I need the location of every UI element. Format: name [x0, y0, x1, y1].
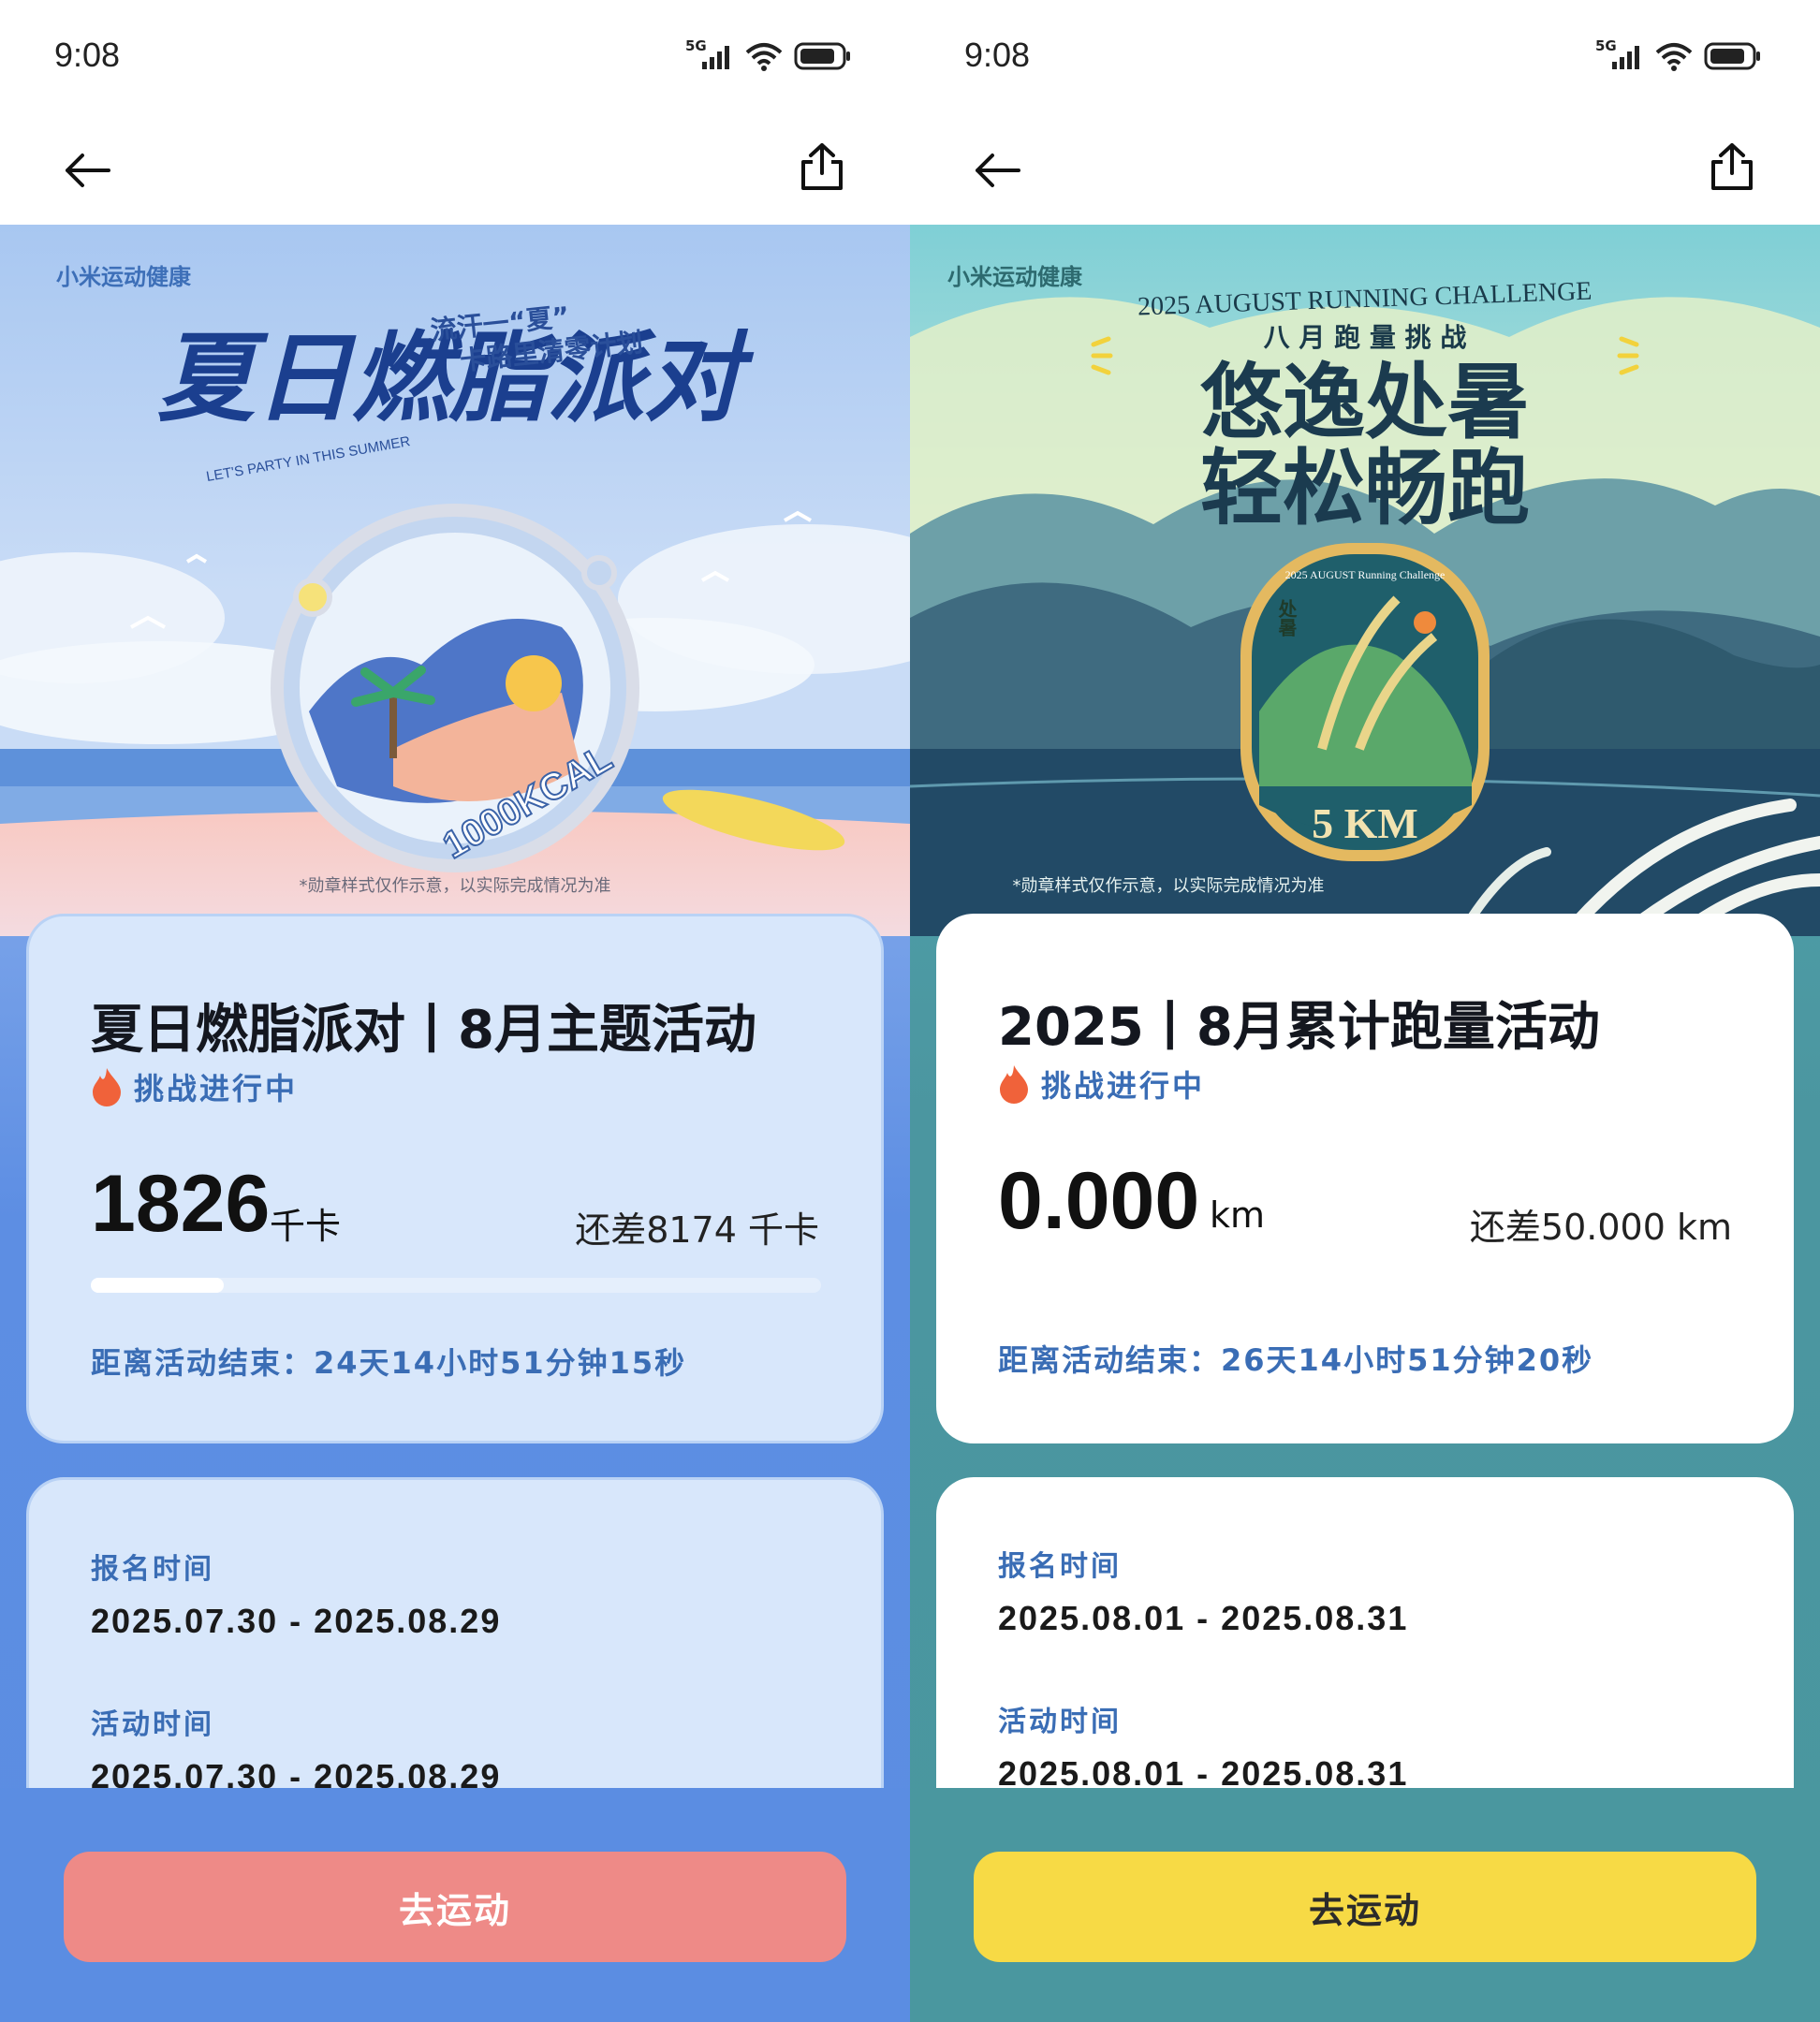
wifi-icon — [1655, 43, 1693, 71]
status-icons: 5G — [685, 37, 852, 71]
countdown-text: 距离活动结束：26天14小时51分钟20秒 — [998, 1342, 1594, 1378]
progress-card: 2025丨8月累计跑量活动 挑战进行中 0.000 km 还差50.000 km… — [936, 914, 1794, 1443]
bottom-action-bar: 去运动 — [0, 1788, 910, 2022]
share-icon — [801, 143, 843, 190]
status-text: 挑战进行中 — [134, 1071, 299, 1106]
banner-subtitle: 八 月 跑 量 挑 战 — [1264, 322, 1467, 353]
bottom-action-bar: 去运动 — [910, 1788, 1820, 2022]
phone-screen-running-challenge: 9:08 5G 2025 AUGUST Running Challenge 处暑… — [910, 0, 1820, 2022]
activity-title: 2025丨8月累计跑量活动 — [998, 997, 1600, 1058]
banner-headline-line2: 轻松畅跑 — [1200, 440, 1530, 536]
banner-artwork: 2025 AUGUST Running Challenge 处暑 5 KM 20… — [910, 225, 1820, 936]
nav-bar — [0, 112, 910, 225]
flame-icon — [93, 1068, 121, 1106]
activity-title: 夏日燃脂派对丨8月主题活动 — [91, 1000, 756, 1061]
back-button[interactable] — [54, 137, 122, 204]
phone-screen-summer-party: 9:08 5G 1000KCAL 夏日燃脂派对 流汗一“夏” 卡路里清零计划 L… — [0, 0, 910, 2022]
medal-side-text: 处暑 — [1275, 598, 1298, 637]
activity-banner: 2025 AUGUST Running Challenge 处暑 5 KM 20… — [910, 225, 1820, 936]
challenge-status: 挑战进行中 — [91, 1064, 298, 1109]
progress-unit: 千卡 — [270, 1206, 342, 1247]
progress-card: 夏日燃脂派对丨8月主题活动 挑战进行中 1826 千卡 还差8174 千卡 距离… — [26, 914, 884, 1443]
cellular-signal-icon: 5G — [685, 37, 734, 71]
network-label: 5G — [685, 37, 707, 54]
countdown-text: 距离活动结束：24天14小时51分钟15秒 — [91, 1345, 687, 1381]
medal-top-text: 2025 AUGUST Running Challenge — [1285, 568, 1446, 581]
brand-label: 小米运动健康 — [947, 264, 1082, 290]
back-arrow-icon — [976, 154, 1020, 187]
remaining-amount: 还差8174 千卡 — [575, 1209, 819, 1251]
battery-icon — [794, 42, 850, 70]
flame-icon — [1000, 1065, 1028, 1104]
share-button[interactable] — [788, 133, 856, 200]
cellular-signal-icon: 5G — [1595, 37, 1644, 71]
nav-bar — [910, 112, 1820, 225]
banner-artwork: 1000KCAL 夏日燃脂派对 流汗一“夏” 卡路里清零计划 LET'S PAR… — [0, 225, 910, 936]
remaining-amount: 还差50.000 km — [1469, 1207, 1732, 1248]
progress-bar-fill — [91, 1278, 225, 1293]
status-time: 9:08 — [964, 36, 1031, 74]
activity-banner: 1000KCAL 夏日燃脂派对 流汗一“夏” 卡路里清零计划 LET'S PAR… — [0, 225, 910, 936]
activity-time-label: 活动时间 — [91, 1708, 214, 1741]
medal-distance: 5 KM — [1312, 799, 1418, 847]
signup-time-value: 2025.07.30 - 2025.08.29 — [91, 1602, 502, 1640]
medal-disclaimer: *勋章样式仅作示意，以实际完成情况为准 — [1012, 876, 1325, 896]
network-label: 5G — [1595, 37, 1617, 54]
battery-icon — [1704, 42, 1760, 70]
activity-time-label: 活动时间 — [998, 1706, 1122, 1738]
medal-disclaimer: *勋章样式仅作示意，以实际完成情况为准 — [299, 876, 611, 896]
signup-time-value: 2025.08.01 - 2025.08.31 — [998, 1599, 1409, 1637]
back-button[interactable] — [964, 137, 1032, 204]
signup-time-label: 报名时间 — [91, 1553, 214, 1586]
brand-label: 小米运动健康 — [56, 264, 191, 290]
status-bar: 9:08 5G — [0, 0, 910, 112]
progress-unit: km — [1210, 1194, 1266, 1236]
progress-value: 0.000 — [998, 1156, 1200, 1246]
wifi-icon — [745, 43, 783, 71]
back-arrow-icon — [66, 154, 110, 187]
banner-headline-line1: 悠逸处暑 — [1200, 354, 1530, 450]
share-icon — [1711, 143, 1753, 190]
status-bar: 9:08 5G — [910, 0, 1820, 112]
progress-value: 1826 — [91, 1159, 271, 1249]
progress-bar — [91, 1278, 821, 1293]
status-icons: 5G — [1595, 37, 1762, 71]
go-exercise-button[interactable]: 去运动 — [974, 1852, 1756, 1962]
share-button[interactable] — [1698, 133, 1766, 200]
signup-time-label: 报名时间 — [998, 1550, 1122, 1583]
status-time: 9:08 — [54, 36, 121, 74]
challenge-status: 挑战进行中 — [998, 1062, 1205, 1106]
status-text: 挑战进行中 — [1041, 1068, 1206, 1104]
go-exercise-button[interactable]: 去运动 — [64, 1852, 846, 1962]
